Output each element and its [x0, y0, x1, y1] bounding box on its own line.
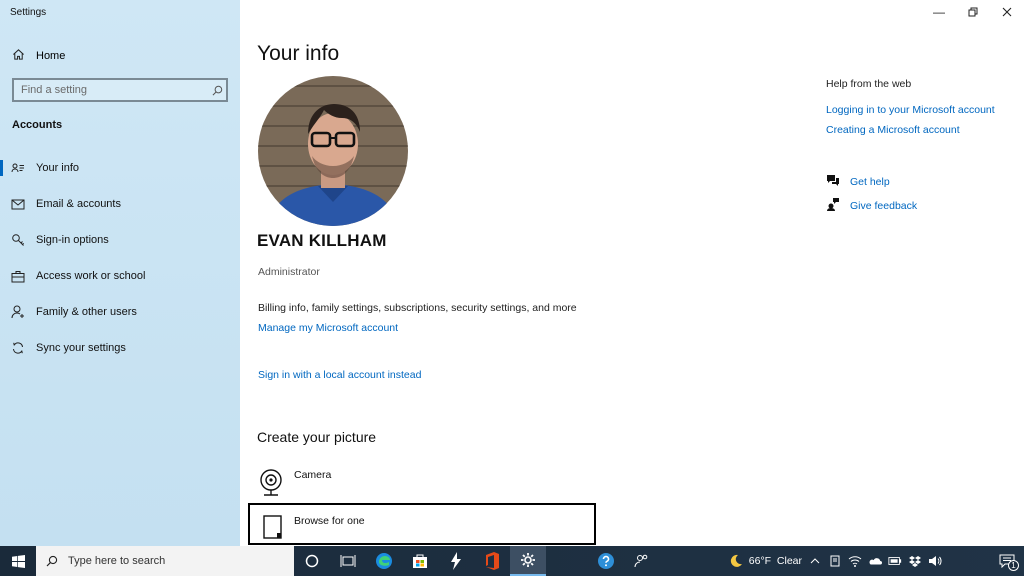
- settings-taskbar-button[interactable]: [510, 546, 546, 576]
- task-view-icon: [340, 555, 356, 567]
- settings-icon: [521, 553, 535, 567]
- sidebar-item-label: Email & accounts: [36, 198, 121, 210]
- dropbox-icon[interactable]: [908, 554, 922, 568]
- store-button[interactable]: [402, 546, 438, 576]
- onedrive-icon[interactable]: [868, 554, 882, 568]
- moon-weather-icon[interactable]: [729, 554, 743, 568]
- system-tray: 66°F Clear 1: [729, 546, 1024, 576]
- feedback-icon: [826, 197, 840, 214]
- restore-icon: [968, 7, 978, 17]
- sidebar-item-access-work-school[interactable]: Access work or school: [0, 258, 240, 294]
- minimize-button[interactable]: —: [922, 0, 956, 24]
- lightning-app-icon: [451, 552, 461, 570]
- home-nav[interactable]: Home: [12, 48, 65, 64]
- edge-button[interactable]: [366, 546, 402, 576]
- office-button[interactable]: [474, 546, 510, 576]
- help-link-logging-in[interactable]: Logging in to your Microsoft account: [826, 104, 995, 116]
- task-view-button[interactable]: [330, 546, 366, 576]
- mail-icon: [10, 196, 26, 212]
- close-button[interactable]: [990, 0, 1024, 24]
- store-icon: [413, 554, 427, 568]
- window-controls: —: [922, 0, 1024, 24]
- taskbar-search-input[interactable]: [68, 555, 268, 567]
- key-icon: [10, 232, 26, 248]
- sync-icon: [10, 340, 26, 356]
- cortana-icon: [305, 554, 319, 568]
- windows-logo-icon: [11, 554, 25, 568]
- manage-account-link[interactable]: Manage my Microsoft account: [258, 322, 398, 334]
- create-picture-title: Create your picture: [257, 429, 377, 445]
- get-help-link[interactable]: Get help: [850, 176, 890, 188]
- sidebar-item-label: Access work or school: [36, 270, 146, 282]
- get-help-row[interactable]: Get help: [826, 174, 890, 190]
- briefcase-icon: [10, 268, 26, 284]
- taskbar: 66°F Clear 1: [0, 546, 1024, 576]
- sidebar-nav: Your info Email & accounts Sign-in optio…: [0, 150, 240, 366]
- cortana-button[interactable]: [294, 546, 330, 576]
- question-icon: [598, 553, 614, 569]
- help-link-creating-account[interactable]: Creating a Microsoft account: [826, 124, 960, 136]
- people-button[interactable]: [624, 546, 660, 576]
- camera-option[interactable]: Camera: [258, 468, 331, 499]
- chat-help-icon: [826, 174, 840, 190]
- person-add-icon: [10, 304, 26, 320]
- sidebar-item-label: Sync your settings: [36, 342, 126, 354]
- sidebar-item-email-accounts[interactable]: Email & accounts: [0, 186, 240, 222]
- office-icon: [486, 552, 499, 570]
- settings-search[interactable]: [12, 78, 228, 102]
- contact-card-icon: [10, 160, 26, 176]
- file-icon: [262, 514, 284, 543]
- browse-option[interactable]: Browse for one: [248, 503, 596, 545]
- sidebar-item-your-info[interactable]: Your info: [0, 150, 240, 186]
- window-title: Settings: [10, 7, 47, 18]
- search-icon[interactable]: [208, 85, 226, 96]
- sidebar-item-label: Your info: [36, 162, 80, 174]
- give-feedback-row[interactable]: Give feedback: [826, 197, 917, 214]
- user-role: Administrator: [258, 266, 320, 278]
- volume-icon[interactable]: [928, 554, 942, 568]
- notification-count-badge: 1: [1008, 560, 1019, 571]
- notification-center-icon[interactable]: 1: [998, 554, 1019, 571]
- people-icon: [634, 554, 648, 568]
- battery-icon[interactable]: [888, 554, 902, 568]
- close-icon: [1002, 7, 1012, 17]
- camera-label: Camera: [294, 469, 332, 481]
- local-account-link[interactable]: Sign in with a local account instead: [258, 369, 421, 381]
- home-icon: [12, 48, 25, 64]
- sidebar: Settings Home Accounts Your info Email &…: [0, 0, 240, 546]
- sidebar-item-sign-in-options[interactable]: Sign-in options: [0, 222, 240, 258]
- minimize-icon: —: [933, 5, 945, 19]
- sidebar-item-label: Sign-in options: [36, 234, 109, 246]
- weather-text[interactable]: 66°F Clear: [749, 555, 802, 567]
- help-app-button[interactable]: [588, 546, 624, 576]
- restore-button[interactable]: [956, 0, 990, 24]
- start-button[interactable]: [0, 546, 36, 576]
- tray-app-icon[interactable]: [828, 554, 842, 568]
- give-feedback-link[interactable]: Give feedback: [850, 200, 917, 212]
- browse-label: Browse for one: [294, 515, 365, 527]
- camera-icon: [258, 468, 284, 499]
- edge-icon: [376, 553, 392, 569]
- chevron-up-icon[interactable]: [808, 554, 822, 568]
- accounts-section-label: Accounts: [12, 119, 63, 131]
- settings-search-input[interactable]: [14, 84, 208, 96]
- user-name: EVAN KILLHAM: [257, 231, 387, 250]
- profile-photo: [258, 76, 408, 226]
- home-label: Home: [36, 50, 66, 62]
- billing-description: Billing info, family settings, subscript…: [258, 302, 577, 314]
- wifi-icon[interactable]: [848, 554, 862, 568]
- sidebar-item-sync-settings[interactable]: Sync your settings: [0, 330, 240, 366]
- sidebar-item-family-users[interactable]: Family & other users: [0, 294, 240, 330]
- taskbar-search[interactable]: [36, 546, 294, 576]
- search-icon: [46, 555, 58, 567]
- sidebar-item-label: Family & other users: [36, 306, 137, 318]
- avatar: [258, 76, 408, 226]
- app-button[interactable]: [438, 546, 474, 576]
- help-title: Help from the web: [826, 78, 912, 90]
- page-title: Your info: [257, 42, 340, 65]
